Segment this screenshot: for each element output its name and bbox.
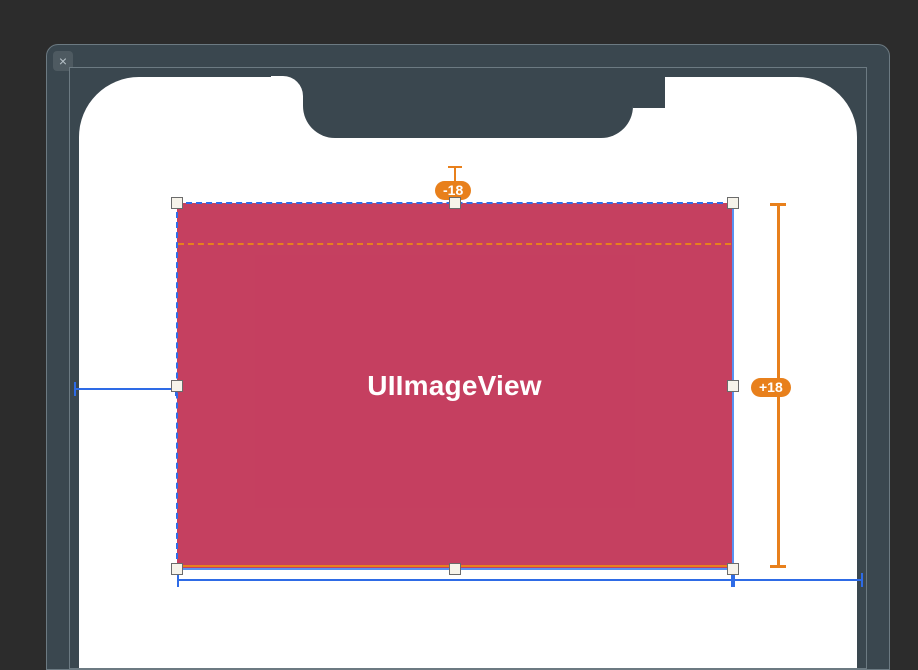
uiimageview-label: UIImageView [367, 370, 541, 402]
resize-handle-se[interactable] [727, 563, 739, 575]
resize-handle-w[interactable] [171, 380, 183, 392]
resize-handle-e[interactable] [727, 380, 739, 392]
height-offset-badge[interactable]: +18 [751, 378, 791, 397]
preview-window: × UIImageView [46, 44, 890, 670]
device-notch [303, 76, 633, 138]
resize-handle-sw[interactable] [171, 563, 183, 575]
resize-handle-nw[interactable] [171, 197, 183, 209]
resize-handle-ne[interactable] [727, 197, 739, 209]
uiimageview[interactable]: UIImageView [177, 203, 732, 568]
height-offset-value: +18 [759, 379, 783, 395]
resize-handle-s[interactable] [449, 563, 461, 575]
close-icon: × [59, 54, 67, 68]
resize-handle-n[interactable] [449, 197, 461, 209]
interface-builder-canvas[interactable]: UIImageView -18 +18 [69, 67, 867, 669]
top-offset-value: -18 [443, 182, 463, 198]
